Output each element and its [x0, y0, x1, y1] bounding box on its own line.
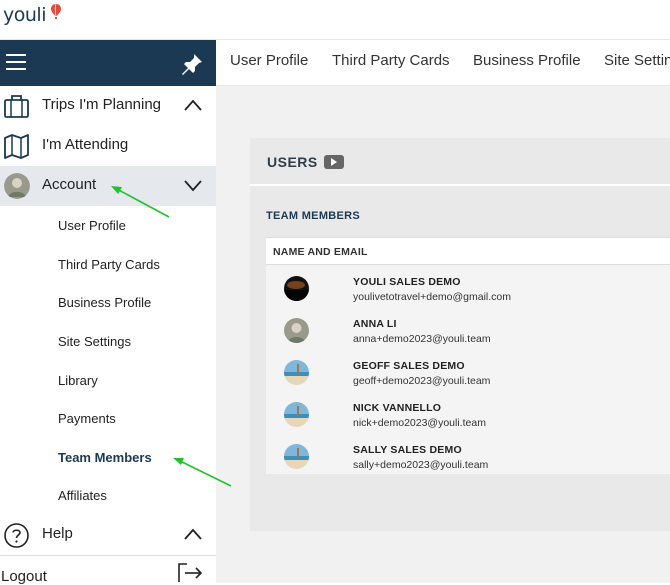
sidebar-item-logout[interactable]: Logout — [0, 558, 216, 585]
chevron-down-icon[interactable] — [183, 177, 203, 193]
sidebar-item-label: Trips I'm Planning — [42, 96, 162, 113]
member-name: SALLY SALES DEMO — [353, 444, 462, 456]
member-name: YOULI SALES DEMO — [353, 276, 461, 288]
column-header-name-email: NAME AND EMAIL — [273, 246, 368, 258]
team-members-heading: TEAM MEMBERS — [266, 210, 361, 222]
member-email: nick+demo2023@youli.team — [353, 417, 486, 429]
question-circle-icon — [4, 523, 29, 548]
table-row[interactable]: SALLY SALES DEMO sally+demo2023@youli.te… — [266, 437, 670, 479]
tab-third-party-cards[interactable]: Third Party Cards — [332, 52, 450, 69]
sidebar-item-help[interactable]: Help — [0, 515, 216, 555]
avatar — [284, 444, 309, 469]
users-panel-header: USERS — [250, 138, 670, 186]
sidebar-item-label: Account — [42, 176, 97, 193]
member-email: anna+demo2023@youli.team — [353, 333, 491, 345]
submenu-third-party-cards[interactable]: Third Party Cards — [58, 257, 160, 272]
sidebar-item-label: I'm Attending — [42, 136, 129, 153]
map-icon — [4, 134, 29, 159]
member-name: GEOFF SALES DEMO — [353, 360, 465, 372]
member-name: NICK VANNELLO — [353, 402, 442, 414]
member-email: geoff+demo2023@youli.team — [353, 375, 491, 387]
submenu-library[interactable]: Library — [58, 373, 98, 388]
main-content: USERS TEAM MEMBERS NAME AND EMAIL YOULI … — [216, 86, 670, 583]
tab-business-profile[interactable]: Business Profile — [473, 52, 581, 69]
table-row[interactable]: ANNA LI anna+demo2023@youli.team — [266, 311, 670, 353]
chevron-up-icon[interactable] — [183, 526, 203, 542]
sidebar-item-attending[interactable]: I'm Attending — [0, 126, 216, 166]
avatar — [284, 276, 309, 301]
users-title: USERS — [267, 154, 318, 170]
submenu-user-profile[interactable]: User Profile — [58, 218, 126, 233]
team-members-table: NAME AND EMAIL YOULI SALES DEMO youlivet… — [266, 237, 670, 474]
pin-icon[interactable] — [180, 52, 204, 76]
table-row[interactable]: NICK VANNELLO nick+demo2023@youli.team — [266, 395, 670, 437]
sidebar-item-label: Help — [42, 525, 73, 542]
account-tab-bar: User Profile Third Party Cards Business … — [216, 40, 670, 86]
balloon-icon — [51, 3, 61, 19]
member-email: sally+demo2023@youli.team — [353, 459, 489, 471]
submenu-business-profile[interactable]: Business Profile — [58, 295, 151, 310]
sidebar-item-label: Logout — [1, 568, 47, 585]
table-row[interactable]: GEOFF SALES DEMO geoff+demo2023@youli.te… — [266, 353, 670, 395]
submenu-team-members[interactable]: Team Members — [58, 450, 152, 465]
table-header: NAME AND EMAIL — [266, 237, 670, 265]
sidebar-item-account[interactable]: Account — [0, 166, 216, 206]
submenu-affiliates[interactable]: Affiliates — [58, 488, 107, 503]
member-email: youlivetotravel+demo@gmail.com — [353, 291, 512, 303]
youli-logo[interactable]: youli — [3, 3, 61, 26]
avatar — [284, 402, 309, 427]
tab-user-profile[interactable]: User Profile — [230, 52, 308, 69]
sidebar: Trips I'm Planning I'm Attending Account… — [0, 86, 216, 585]
chevron-up-icon[interactable] — [183, 97, 203, 113]
divider — [0, 555, 216, 556]
avatar — [284, 318, 309, 343]
avatar — [4, 173, 30, 199]
suitcase-icon — [4, 95, 29, 118]
sidebar-item-trips-planning[interactable]: Trips I'm Planning — [0, 86, 216, 126]
submenu-site-settings[interactable]: Site Settings — [58, 334, 131, 349]
sidebar-header — [0, 40, 216, 86]
hamburger-menu-icon[interactable] — [6, 54, 26, 72]
submenu-payments[interactable]: Payments — [58, 411, 116, 426]
avatar — [284, 360, 309, 385]
logo-text: youli — [3, 4, 46, 26]
top-bar: youli — [0, 0, 670, 40]
users-panel: USERS TEAM MEMBERS NAME AND EMAIL YOULI … — [250, 138, 670, 531]
video-play-icon[interactable] — [324, 155, 344, 169]
logout-icon[interactable] — [177, 563, 203, 583]
tab-site-settings[interactable]: Site Settings — [604, 52, 670, 69]
table-row[interactable]: YOULI SALES DEMO youlivetotravel+demo@gm… — [266, 269, 670, 311]
member-name: ANNA LI — [353, 318, 397, 330]
